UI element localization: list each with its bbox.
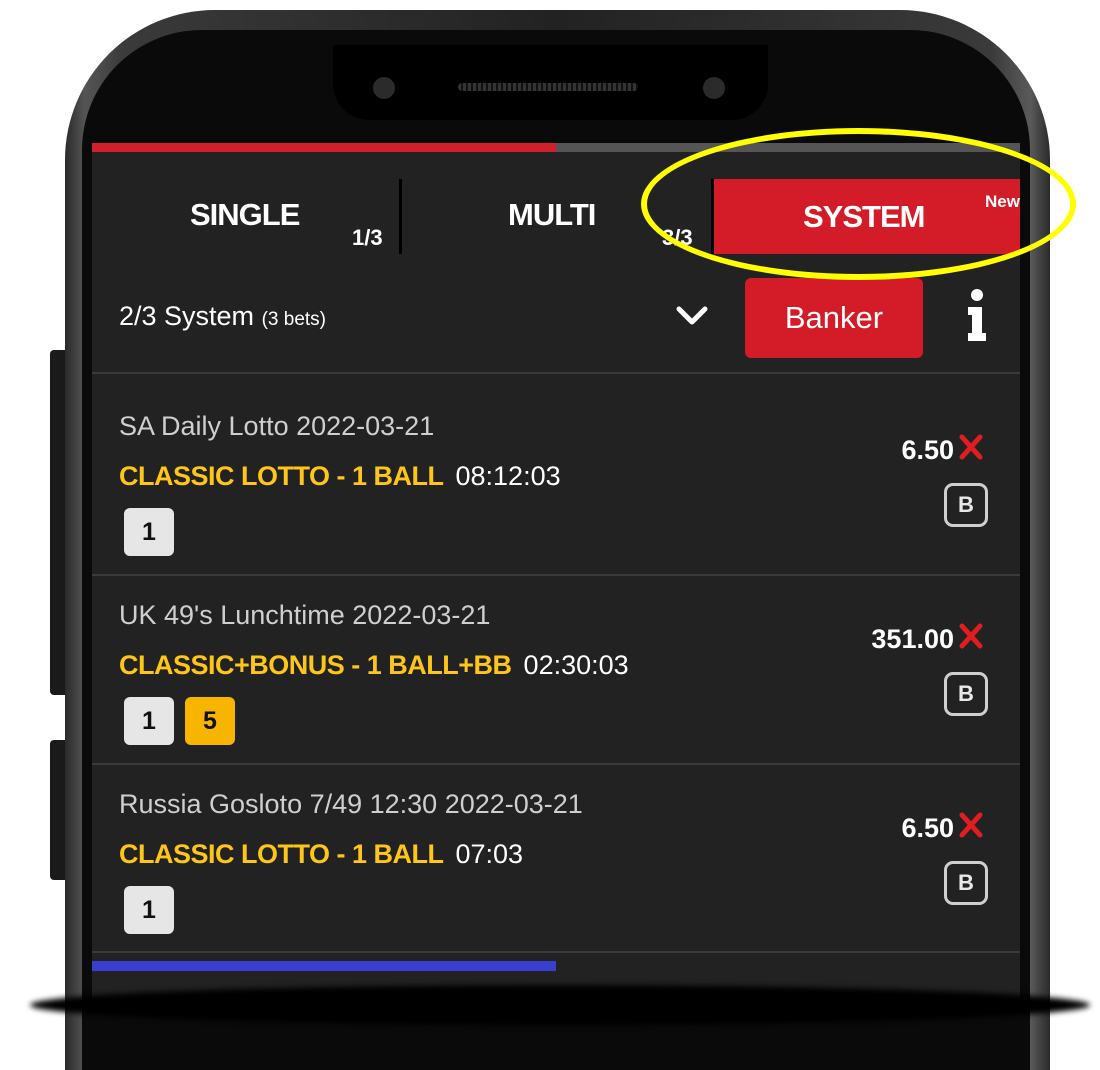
bet-market-name: CLASSIC+BONUS - 1 BALL+BB	[119, 650, 512, 680]
selected-balls: 1 5	[124, 697, 235, 745]
close-icon[interactable]	[958, 433, 984, 461]
system-type-label: 2/3 System (3 bets)	[119, 301, 326, 332]
banker-button[interactable]: Banker	[745, 278, 923, 358]
bet-market: CLASSIC+BONUS - 1 BALL+BB 02:30:03	[119, 650, 629, 681]
bet-time: 08:12:03	[455, 461, 561, 491]
ball-number: 1	[124, 886, 174, 934]
bets-count: (3 bets)	[261, 309, 326, 330]
bet-market: CLASSIC LOTTO - 1 BALL 07:03	[119, 839, 523, 870]
top-progress-fill	[92, 143, 556, 152]
info-icon[interactable]	[966, 285, 988, 345]
bet-odds: 6.50	[901, 813, 954, 843]
bonus-ball-number: 5	[185, 697, 235, 745]
phone-shadow	[30, 985, 1090, 1025]
bet-time: 02:30:03	[523, 650, 629, 680]
bet-slip-item: Russia Gosloto 7/49 12:30 2022-03-21 CLA…	[92, 761, 1020, 951]
close-icon[interactable]	[958, 811, 984, 839]
ball-number: 1	[124, 697, 174, 745]
bet-slip-item: SA Daily Lotto 2022-03-21 CLASSIC LOTTO …	[92, 383, 1020, 573]
divider	[92, 372, 1020, 374]
tab-multi-label: MULTI	[508, 197, 596, 232]
speaker-grille	[458, 83, 638, 91]
tab-single-label: SINGLE	[190, 197, 300, 232]
camera-icon	[373, 77, 395, 99]
bet-market-name: CLASSIC LOTTO - 1 BALL	[119, 839, 444, 869]
system-type-text: 2/3 System	[119, 301, 255, 331]
divider	[92, 951, 1020, 953]
bottom-progress-bar	[92, 961, 1020, 971]
sensor-icon	[703, 77, 725, 99]
bet-market-name: CLASSIC LOTTO - 1 BALL	[119, 461, 444, 491]
bet-title: SA Daily Lotto 2022-03-21	[119, 411, 435, 441]
banker-toggle-button[interactable]: B	[944, 483, 988, 527]
bet-odds: 6.50	[901, 435, 954, 465]
bet-time: 07:03	[455, 839, 524, 869]
ball-number: 1	[124, 508, 174, 556]
phone-notch	[333, 45, 768, 120]
selected-balls: 1	[124, 508, 174, 556]
chevron-down-icon[interactable]	[674, 298, 710, 334]
bet-title: Russia Gosloto 7/49 12:30 2022-03-21	[119, 789, 583, 819]
selected-balls: 1	[124, 886, 174, 934]
bet-slip-item: UK 49's Lunchtime 2022-03-21 CLASSIC+BON…	[92, 572, 1020, 762]
banker-toggle-button[interactable]: B	[944, 672, 988, 716]
bet-market: CLASSIC LOTTO - 1 BALL 08:12:03	[119, 461, 561, 492]
bottom-progress-fill	[92, 961, 556, 971]
tab-single[interactable]: SINGLE 1/3	[92, 179, 400, 254]
bet-title: UK 49's Lunchtime 2022-03-21	[119, 600, 491, 630]
banker-toggle-button[interactable]: B	[944, 861, 988, 905]
tab-single-count: 1/3	[352, 225, 383, 250]
close-icon[interactable]	[958, 622, 984, 650]
bet-odds: 351.00	[871, 624, 954, 654]
system-selector-bar: 2/3 System (3 bets) Banker	[92, 268, 1020, 368]
highlight-annotation	[641, 128, 1076, 280]
